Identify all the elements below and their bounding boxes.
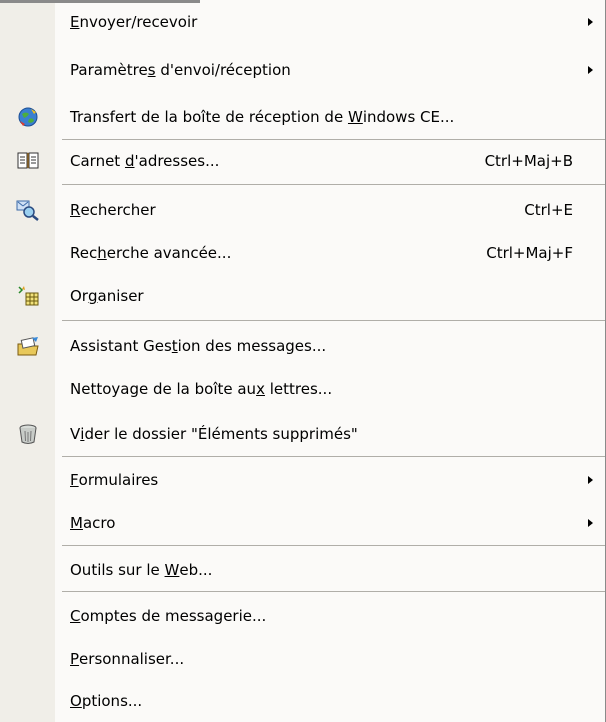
sync-globe-icon (0, 98, 55, 136)
menu-item-transfert-windows-ce[interactable]: Transfert de la boîte de réception de Wi… (0, 98, 605, 136)
menu-item-recherche-avancee[interactable]: Rec h erche avancée... Ctrl+Maj+F (0, 234, 605, 272)
menu-item-rechercher[interactable]: Rechercher Ctrl+E (0, 191, 605, 229)
menu-item-assistant-gestion[interactable]: Assistant Ges t ion des messages... (0, 327, 605, 365)
find-icon (0, 191, 55, 229)
menu-item-vider-supprimes[interactable]: Vi der le dossier "Éléments supprimés" (0, 415, 605, 453)
submenu-arrow-icon (588, 476, 593, 484)
submenu-arrow-icon (588, 18, 593, 26)
menu-separator (62, 320, 605, 321)
menu-item-nettoyage-boite[interactable]: Nettoyage de la boîte au x lettres... (0, 370, 605, 408)
shortcut-carnet-adresses: Ctrl+Maj+B (484, 152, 573, 170)
menu-item-carnet-adresses[interactable]: Carnet d'adresses... Ctrl+Maj+B (0, 142, 605, 180)
tools-menu: Envoyer/recevoir Paramètre s d'envoi/réce… (0, 0, 606, 722)
shortcut-rechercher: Ctrl+E (524, 201, 573, 219)
menu-item-options[interactable]: Options... (0, 682, 605, 720)
menu-item-parametres-envoi[interactable]: Paramètre s d'envoi/réception (0, 51, 605, 89)
rules-wizard-icon (0, 327, 55, 365)
menu-item-macro[interactable]: Macro (0, 504, 605, 542)
trash-can-icon (0, 415, 55, 453)
submenu-arrow-icon (588, 66, 593, 74)
menu-separator (62, 456, 605, 457)
address-book-icon (0, 142, 55, 180)
menu-item-outils-web[interactable]: Outils sur le Web... (0, 551, 605, 589)
menu-item-comptes-messagerie[interactable]: Comptes de messagerie... (0, 597, 605, 635)
menu-item-organiser[interactable]: Or g aniser (0, 277, 605, 315)
menu-separator (62, 184, 605, 185)
shortcut-recherche-avancee: Ctrl+Maj+F (486, 244, 573, 262)
menu-item-personnaliser[interactable]: Personnaliser... (0, 640, 605, 678)
menu-separator (62, 591, 605, 592)
menu-separator (62, 139, 605, 140)
menu-item-formulaires[interactable]: Formulaires (0, 461, 605, 499)
menu-item-envoyer-recevoir[interactable]: Envoyer/recevoir (0, 3, 605, 41)
submenu-arrow-icon (588, 519, 593, 527)
organize-icon (0, 277, 55, 315)
menu-separator (62, 545, 605, 546)
